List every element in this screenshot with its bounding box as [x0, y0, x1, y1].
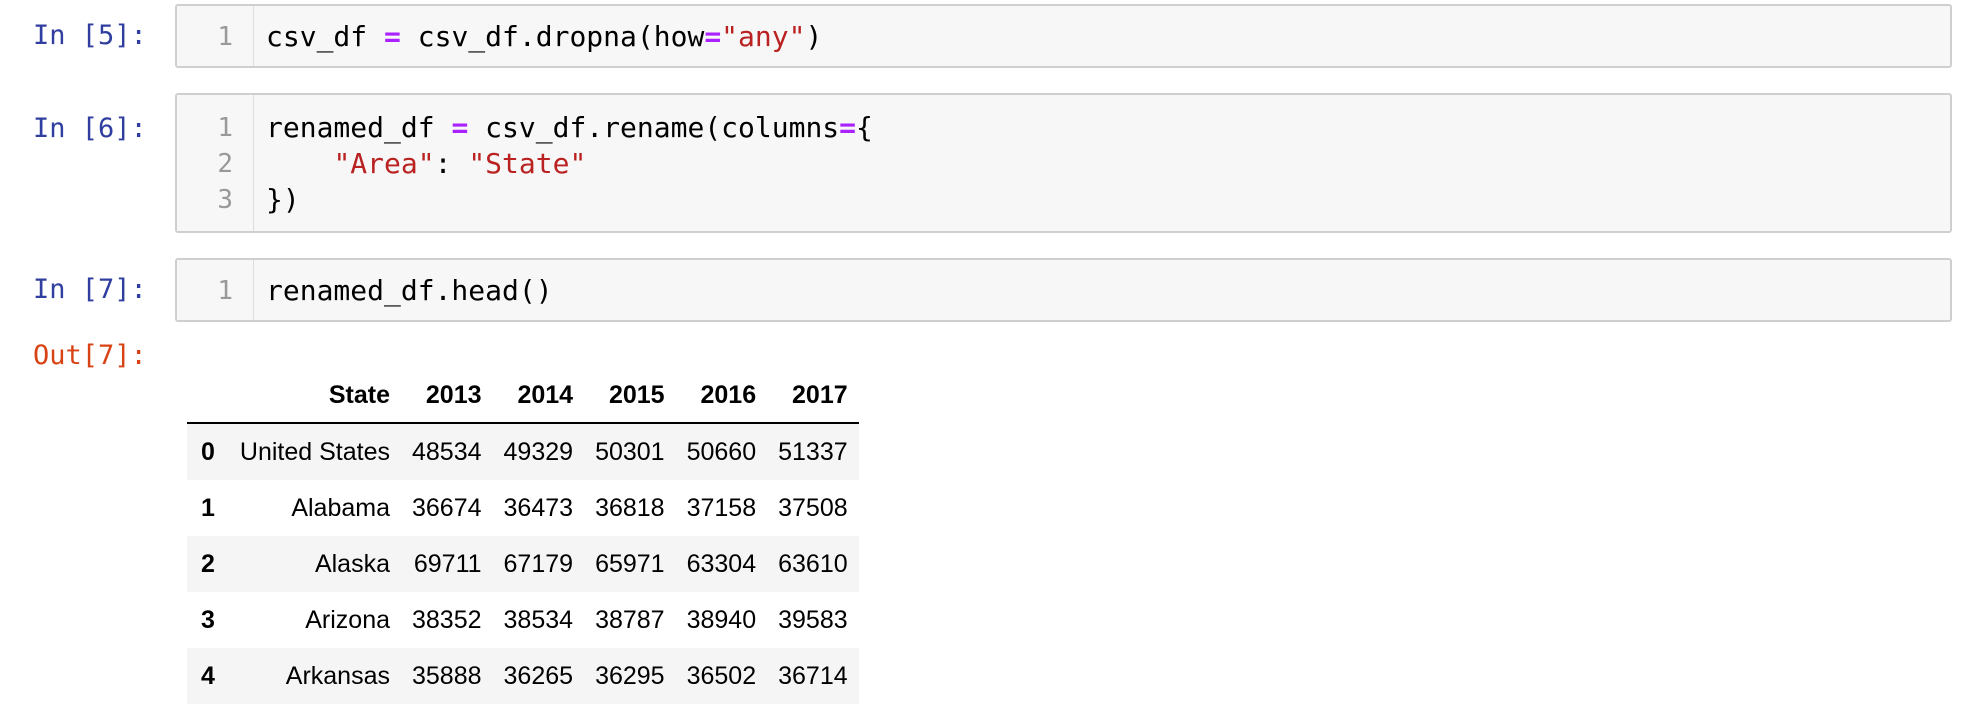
code-editor[interactable]: 1 csv_df = csv_df.dropna(how="any") — [175, 4, 1952, 68]
column-header: 2014 — [492, 368, 585, 424]
table-cell: Alabama — [291, 493, 390, 522]
table-cell: Arkansas — [285, 661, 390, 690]
input-prompt: In [5]: — [33, 20, 147, 51]
column-header: 2015 — [584, 368, 676, 424]
column-header: State — [228, 368, 401, 424]
table-cell: 36674 — [412, 493, 482, 522]
table-cell: 38534 — [503, 605, 574, 634]
column-header: 2013 — [401, 368, 493, 424]
table-cell: 39583 — [778, 605, 848, 634]
code-text[interactable]: renamed_df.head() — [266, 273, 553, 309]
table-cell: Arizona — [305, 605, 390, 634]
code-editor[interactable]: 1 renamed_df = csv_df.rename(columns={ 2… — [175, 93, 1952, 233]
table-cell: 36265 — [503, 661, 574, 690]
table-cell: 38352 — [412, 605, 482, 634]
table-cell: 36714 — [778, 661, 848, 690]
code-text[interactable]: renamed_df = csv_df.rename(columns={ — [266, 110, 873, 146]
code-line: 1 renamed_df.head() — [177, 273, 1950, 309]
code-string: "State" — [468, 147, 587, 180]
table-cell: 50301 — [595, 437, 665, 466]
table-cell: 36473 — [503, 493, 574, 522]
table-cell: 50660 — [686, 437, 757, 466]
code-editor[interactable]: 1 renamed_df.head() — [175, 258, 1952, 322]
table-cell: 37508 — [778, 493, 848, 522]
table-cell: 37158 — [686, 493, 757, 522]
code-text[interactable]: csv_df = csv_df.dropna(how="any") — [266, 19, 822, 55]
table-row: 3 Arizona 38352 38534 38787 38940 39583 — [187, 592, 859, 648]
code-line: 3 }) — [177, 182, 1950, 218]
dataframe-table: State 2013 2014 2015 2016 2017 0 United … — [187, 368, 859, 704]
column-header: 2016 — [675, 368, 768, 424]
code-line: 1 renamed_df = csv_df.rename(columns={ — [177, 110, 1950, 146]
line-number: 3 — [217, 185, 233, 215]
code-line: 1 csv_df = csv_df.dropna(how="any") — [177, 19, 1950, 55]
code-operator: = — [451, 111, 469, 144]
table-cell: 63304 — [686, 549, 757, 578]
table-cell: 36818 — [595, 493, 665, 522]
table-row: 4 Arkansas 35888 36265 36295 36502 36714 — [187, 648, 859, 704]
code-token: { — [856, 111, 873, 144]
input-prompt: In [6]: — [33, 113, 147, 144]
table-cell: 36502 — [686, 661, 757, 690]
code-cell-6: In [6]: 1 renamed_df = csv_df.rename(col… — [0, 93, 1974, 233]
table-cell: 38940 — [686, 605, 757, 634]
code-string: "Area" — [333, 147, 435, 180]
row-index: 4 — [201, 661, 215, 690]
table-cell: Alaska — [314, 549, 390, 578]
table-cell: 38787 — [595, 605, 665, 634]
table-cell: 49329 — [503, 437, 574, 466]
table-cell: 69711 — [413, 549, 482, 578]
line-number: 1 — [217, 276, 233, 306]
code-token: csv_df.dropna(how — [400, 20, 705, 53]
code-operator: = — [384, 20, 401, 53]
table-cell: 63610 — [778, 549, 848, 578]
table-cell: 51337 — [778, 437, 848, 466]
output-prompt: Out[7]: — [33, 340, 147, 371]
row-index: 1 — [201, 493, 215, 522]
code-token: renamed_df.head() — [266, 274, 553, 307]
table-header-row: State 2013 2014 2015 2016 2017 — [187, 368, 859, 424]
table-row: 1 Alabama 36674 36473 36818 37158 37508 — [187, 480, 859, 536]
code-token: : — [434, 147, 469, 180]
code-text[interactable]: }) — [266, 182, 300, 218]
code-string: "any" — [721, 20, 806, 53]
code-token: ) — [805, 20, 823, 53]
table-cell: United States — [239, 437, 390, 466]
code-cell-7: In [7]: 1 renamed_df.head() — [0, 258, 1974, 322]
code-operator: = — [839, 111, 857, 144]
table-cell: 36295 — [595, 661, 665, 690]
index-header — [187, 368, 229, 424]
table-cell: 48534 — [412, 437, 482, 466]
table-row: 2 Alaska 69711 67179 65971 63304 63610 — [187, 536, 859, 592]
code-token: csv_df — [266, 20, 385, 53]
table-row: 0 United States 48534 49329 50301 50660 … — [187, 423, 859, 480]
row-index: 0 — [201, 437, 215, 466]
code-token: }) — [266, 183, 300, 216]
table-cell: 65971 — [595, 549, 665, 578]
code-cell-5: In [5]: 1 csv_df = csv_df.dropna(how="an… — [0, 4, 1974, 68]
table-cell: 67179 — [503, 549, 574, 578]
line-number: 1 — [217, 22, 233, 52]
code-line: 2 "Area": "State" — [177, 146, 1950, 182]
row-index: 2 — [201, 549, 215, 578]
line-number: 1 — [217, 113, 233, 143]
code-token: renamed_df — [266, 111, 452, 144]
code-text[interactable]: "Area": "State" — [266, 146, 586, 182]
row-index: 3 — [201, 605, 215, 634]
column-header: 2017 — [767, 368, 859, 424]
code-operator: = — [704, 20, 722, 53]
code-token: csv_df.rename(columns — [468, 111, 840, 144]
input-prompt: In [7]: — [33, 274, 147, 305]
table-cell: 35888 — [412, 661, 482, 690]
line-number: 2 — [217, 149, 233, 179]
